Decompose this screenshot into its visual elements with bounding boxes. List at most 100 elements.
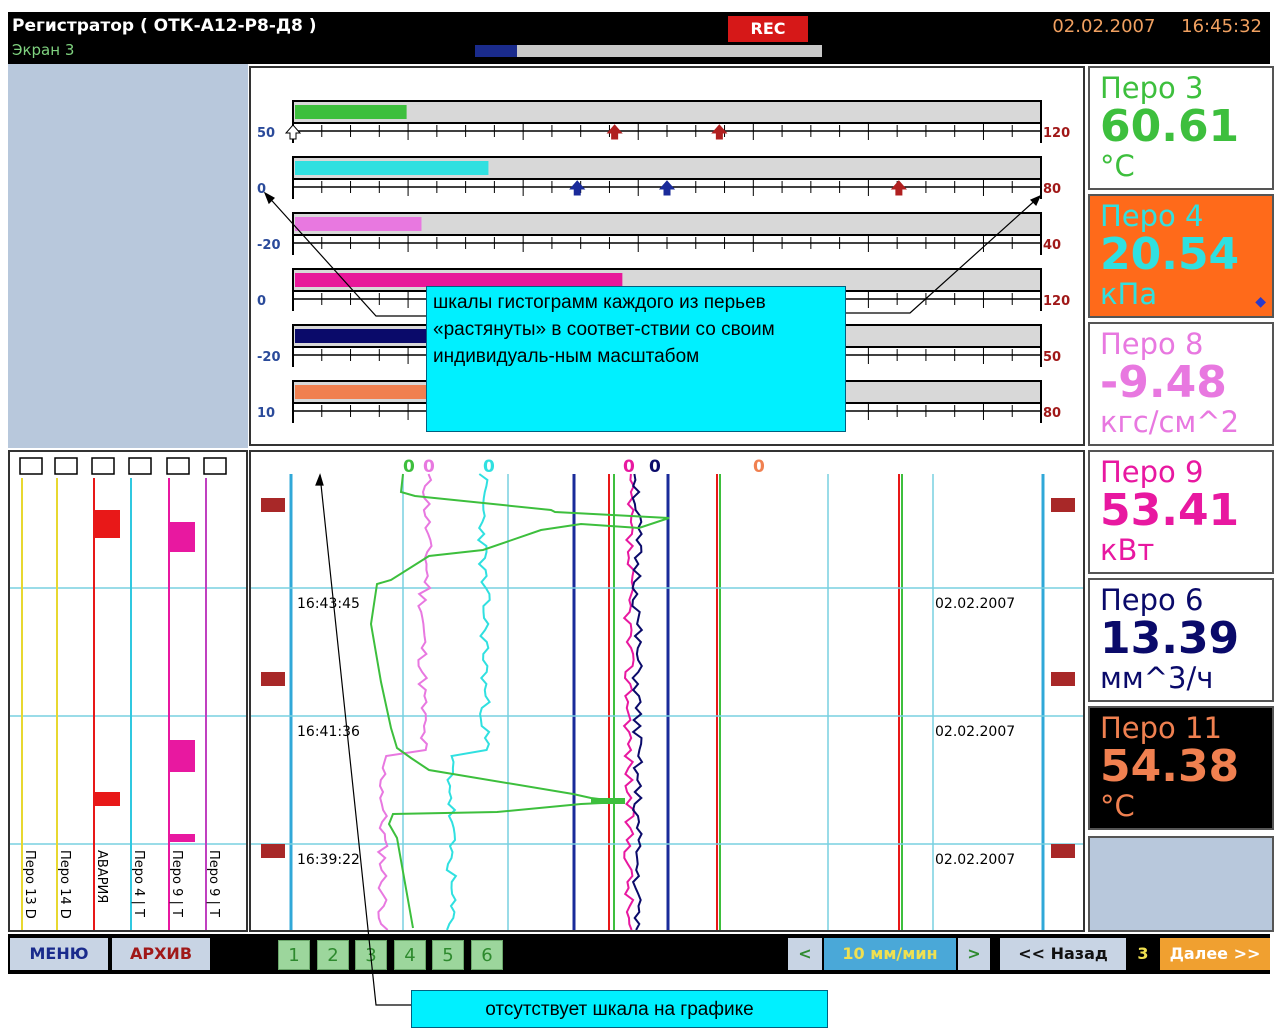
trend-timestamp: 16:41:36 xyxy=(297,724,360,740)
right-marker xyxy=(1051,672,1075,686)
trend-timestamp: 16:39:22 xyxy=(297,852,360,868)
trend-trace-segment xyxy=(591,798,625,804)
event-channel-6: Перо 9 | Т xyxy=(203,457,227,930)
buffer-progress-bar xyxy=(475,45,822,57)
event-pulse xyxy=(169,740,195,772)
pen-name: Перо 8 xyxy=(1100,327,1204,361)
bargraph-fill xyxy=(295,329,444,343)
bargraph-fill xyxy=(295,217,422,231)
speed-decrease-button[interactable]: < xyxy=(788,938,822,970)
bargraph-scale-min: 10 xyxy=(257,406,275,421)
pen-tile-empty xyxy=(1088,836,1274,932)
event-checkbox xyxy=(54,457,78,475)
left-marker xyxy=(261,844,285,858)
back-button[interactable]: << Назад xyxy=(1000,938,1126,970)
archive-button[interactable]: АРХИВ xyxy=(112,938,210,970)
event-channels-chart: Перо 13 D Перо 14 D АВАРИЯ Перо 4 | Т Перо 9… xyxy=(10,457,246,930)
screen-5-button[interactable]: 5 xyxy=(432,940,464,970)
pen-value: -9.48 xyxy=(1100,357,1227,408)
bargraph-scale-min: 50 xyxy=(257,126,275,141)
trend-date-label: 02.02.2007 xyxy=(935,724,1015,740)
event-channel-label: Перо 13 D xyxy=(22,850,37,919)
event-channel-label: АВАРИЯ xyxy=(94,850,109,903)
pen-tile-9[interactable]: Перо 9 53.41 кВт xyxy=(1088,450,1274,574)
pen-unit: кВт xyxy=(1100,533,1155,567)
event-checkbox xyxy=(128,457,152,475)
bargraph-scale-max: 80 xyxy=(1043,182,1061,197)
app-title: Регистратор ( ОТК-А12-Р8-Д8 ) xyxy=(12,16,317,36)
bargraph-scale-max: 120 xyxy=(1043,126,1070,141)
current-time: 16:45:32 xyxy=(1181,16,1262,37)
bargraph-scale-min: -20 xyxy=(257,238,281,253)
event-checkbox xyxy=(19,457,43,475)
pen-tile-8[interactable]: Перо 8 -9.48 кгс/см^2 xyxy=(1088,322,1274,446)
pen-value: 60.61 xyxy=(1100,101,1240,152)
pen-name: Перо 3 xyxy=(1100,71,1204,105)
current-date: 02.02.2007 xyxy=(1052,16,1156,37)
event-pulse xyxy=(169,834,195,842)
event-pulse xyxy=(94,792,120,806)
title-bar: Регистратор ( ОТК-А12-Р8-Д8 ) Экран 3 RE… xyxy=(8,12,1270,64)
bargraph-scale-min: -20 xyxy=(257,350,281,365)
speed-increase-button[interactable]: > xyxy=(958,938,990,970)
event-pulse xyxy=(94,510,120,538)
event-channel-label: Перо 14 D xyxy=(57,850,72,919)
bargraph-1: 50 120 xyxy=(257,100,1070,143)
trend-timestamp: 16:43:45 xyxy=(297,596,360,612)
trend-zero-label: 0 xyxy=(649,457,661,477)
setpoint-arrow-icon xyxy=(658,180,676,196)
callout-missing-scale: отсутствует шкала на графике xyxy=(411,990,828,1028)
event-channels-panel: Перо 13 D Перо 14 D АВАРИЯ Перо 4 | Т Перо 9… xyxy=(8,450,248,932)
menu-button[interactable]: МЕНЮ xyxy=(10,938,108,970)
pen-name: Перо 11 xyxy=(1100,711,1222,745)
event-channel-2: Перо 14 D xyxy=(54,457,78,930)
trend-panel[interactable]: 0 0 0 0 0 0 16:43:45 16:41:36 16:39:22 02.02.2007… xyxy=(249,450,1085,932)
bargraph-2: 0 80 xyxy=(257,156,1061,199)
setpoint-arrow-icon xyxy=(284,124,302,140)
bargraph-fill xyxy=(295,105,407,119)
trend-zero-label: 0 xyxy=(623,457,635,477)
pen-unit: кгс/см^2 xyxy=(1100,405,1240,439)
pen-tile-11[interactable]: Перо 11 54.38 °C xyxy=(1088,706,1274,830)
next-button[interactable]: Далее >> xyxy=(1160,938,1270,970)
pen-value: 20.54 xyxy=(1100,229,1240,280)
trend-chart[interactable]: 0 0 0 0 0 016:43:4516:41:3616:39:2202.02.2007… xyxy=(251,452,1083,931)
pen-unit: °C xyxy=(1100,789,1135,823)
pen-value: 53.41 xyxy=(1100,485,1240,536)
bargraph-scale-min: 0 xyxy=(257,294,266,309)
pen-unit: кПа xyxy=(1100,277,1158,311)
bargraph-scale-max: 40 xyxy=(1043,238,1061,253)
bargraph-scale-max: 80 xyxy=(1043,406,1061,421)
event-channel-label: Перо 9 | Т xyxy=(206,850,221,917)
bargraph-3: -20 40 xyxy=(257,212,1061,255)
bargraph-fill xyxy=(295,273,623,287)
event-checkbox xyxy=(203,457,227,475)
left-empty-panel xyxy=(8,64,248,448)
left-marker xyxy=(261,672,285,686)
setpoint-arrow-icon xyxy=(569,180,586,196)
event-checkbox xyxy=(166,457,190,475)
buffer-progress-fill xyxy=(475,45,517,57)
pen-value: 54.38 xyxy=(1100,741,1240,792)
screen-2-button[interactable]: 2 xyxy=(317,940,349,970)
bargraph-scale-max: 50 xyxy=(1043,350,1061,365)
screen-4-button[interactable]: 4 xyxy=(394,940,426,970)
trend-date-label: 02.02.2007 xyxy=(935,852,1015,868)
event-channel-4: Перо 4 | Т xyxy=(128,457,152,930)
right-marker xyxy=(1051,844,1075,858)
right-marker xyxy=(1051,498,1075,512)
callout-bargraph-scales: шкалы гистограмм каждого из перьев «раст… xyxy=(426,286,846,432)
pen-tile-4[interactable]: Перо 4 20.54 кПа ◆ xyxy=(1088,194,1274,318)
screen-3-button[interactable]: 3 xyxy=(355,940,387,970)
pen-value: 13.39 xyxy=(1100,613,1240,664)
screen-1-button[interactable]: 1 xyxy=(278,940,310,970)
pen-tile-6[interactable]: Перо 6 13.39 мм^3/ч xyxy=(1088,578,1274,702)
bargraph-scale-max: 120 xyxy=(1043,294,1070,309)
screen-6-button[interactable]: 6 xyxy=(471,940,503,970)
bargraph-fill xyxy=(295,385,444,399)
pen-tile-3[interactable]: Перо 3 60.61 °C xyxy=(1088,66,1274,190)
rec-indicator: REC xyxy=(728,16,808,42)
trend-trace-pen4 xyxy=(445,473,491,931)
bargraph-fill xyxy=(295,161,489,175)
trend-zero-label: 0 xyxy=(753,457,765,477)
